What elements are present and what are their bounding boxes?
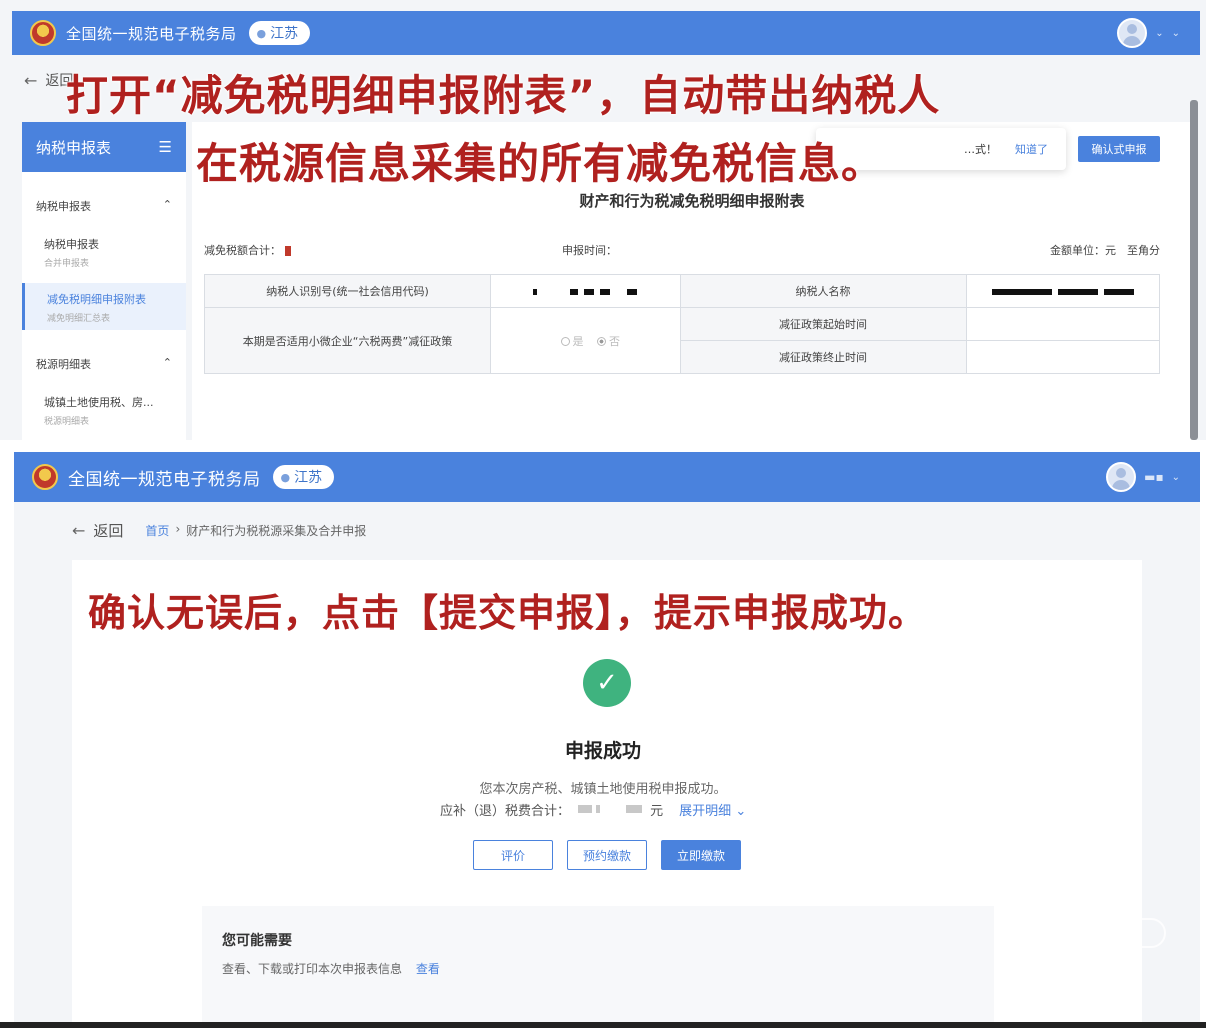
- caption-line-1: 打开“减免税明细申报附表”，自动带出纳税人: [66, 71, 941, 120]
- bottom-header-bar: 全国统一规范电子税务局 ● 江苏 ▬▪ ⌄: [14, 452, 1200, 502]
- chevron-down-icon: ⌄: [1171, 471, 1180, 483]
- sidebar: 纳税申报表 ☰ 纳税申报表 ⌃ 纳税申报表 合并申报表 减免税明细申报附表 减免…: [22, 122, 186, 442]
- chevron-up-icon: ⌃: [162, 356, 172, 369]
- sidebar-item-sub: 减免明细汇总表: [47, 314, 111, 324]
- back-label[interactable]: 返回: [93, 520, 123, 541]
- location-pin-icon: ●: [256, 26, 267, 40]
- pay-now-button[interactable]: 立即缴款: [661, 840, 741, 870]
- top-header-bar: 全国统一规范电子税务局 ● 江苏 ⌄ ⌄: [12, 11, 1200, 55]
- breadcrumb-separator: ›: [175, 522, 181, 536]
- expand-details-link[interactable]: 展开明细 ⌄: [679, 800, 746, 819]
- declare-date: 申报时间：: [562, 242, 617, 258]
- user-name-redacted: ▬▪: [1144, 470, 1164, 484]
- toast-message: …式！: [964, 143, 997, 156]
- sidebar-item-label: 减免税明细申报附表: [47, 293, 146, 306]
- tax-total-redacted: [576, 802, 644, 817]
- unit-label: 金额单位：元 至角分: [1050, 244, 1160, 257]
- success-check-icon: ✓: [583, 659, 631, 707]
- watermark-badge: [1094, 918, 1166, 948]
- menu-icon[interactable]: ☰: [159, 138, 172, 156]
- back-arrow-icon: ←: [72, 521, 86, 540]
- sidebar-item-land-use-tax[interactable]: 城镇土地使用税、房... 税源明细表: [22, 386, 186, 433]
- sidebar-item-sub: 合并申报表: [44, 259, 90, 269]
- scrollbar[interactable]: [1190, 100, 1198, 440]
- breadcrumb: 首页 › 财产和行为税税源采集及合并申报: [145, 522, 366, 539]
- avatar[interactable]: [1106, 462, 1137, 492]
- tax-emblem-icon: [30, 20, 56, 46]
- total-exemption: 减免税额合计：: [204, 242, 291, 258]
- back-link[interactable]: ← 返回 首页 › 财产和行为税税源采集及合并申报: [72, 520, 366, 541]
- user-menu[interactable]: ⌄ ⌄: [1117, 18, 1180, 48]
- form-title: 财产和行为税减免税明细申报附表: [579, 192, 805, 210]
- radio-no-label: 否: [609, 334, 621, 348]
- sidebar-item-sub: 税源明细表: [44, 417, 90, 427]
- evaluate-button[interactable]: 评价: [473, 840, 553, 870]
- avatar[interactable]: [1117, 18, 1148, 48]
- location-pin-icon: ●: [280, 470, 291, 484]
- region-label: 江苏: [270, 26, 299, 42]
- taxpayer-id-value: [490, 274, 681, 308]
- start-time-value[interactable]: [965, 307, 1161, 341]
- sidebar-group-label: 税源明细表: [36, 358, 91, 371]
- breadcrumb-home[interactable]: 首页: [145, 522, 169, 539]
- suggestion-title: 您可能需要: [222, 933, 292, 949]
- sidebar-group-declare[interactable]: 纳税申报表 ⌃: [22, 198, 186, 214]
- sidebar-item-exemption-schedule[interactable]: 减免税明细申报附表 减免明细汇总表: [22, 283, 186, 330]
- exemption-form-table: 纳税人识别号(统一社会信用代码) 纳税人名称 本期是否适用小微企业“六税两费”减…: [204, 274, 1161, 374]
- radio-yes[interactable]: [560, 337, 570, 346]
- sidebar-item-label: 纳税申报表: [44, 238, 99, 251]
- start-time-label: 减征政策起始时间: [679, 307, 967, 341]
- suggestion-text: 查看、下载或打印本次申报表信息: [222, 962, 403, 976]
- sidebar-group-tax-source[interactable]: 税源明细表 ⌃: [22, 356, 186, 372]
- sidebar-title: 纳税申报表: [36, 138, 112, 157]
- redacted-value: [285, 246, 291, 256]
- expand-label: 展开明细: [679, 804, 732, 819]
- region-selector[interactable]: ● 江苏: [272, 465, 335, 489]
- chevron-down-icon: ⌄: [1171, 27, 1180, 39]
- date-label: 申报时间：: [562, 244, 617, 257]
- sidebar-header: 纳税申报表 ☰: [22, 122, 186, 172]
- radio-yes-label: 是: [572, 334, 584, 348]
- site-title: 全国统一规范电子税务局: [66, 24, 237, 43]
- taxpayer-name-value: [965, 274, 1161, 308]
- sidebar-item-declare-form[interactable]: 纳税申报表 合并申报表: [22, 228, 186, 275]
- chevron-down-icon: ⌄: [1155, 27, 1164, 39]
- caption-line-2: 在税源信息采集的所有减免税信息。: [196, 139, 885, 188]
- suggestion-desc: 查看、下载或打印本次申报表信息 查看: [222, 960, 440, 977]
- tax-emblem-icon: [32, 464, 58, 490]
- breadcrumb-current: 财产和行为税税源采集及合并申报: [186, 524, 367, 538]
- success-message: 您本次房产税、城镇土地使用税申报成功。: [479, 782, 727, 797]
- schedule-pay-button[interactable]: 预约缴款: [567, 840, 647, 870]
- region-label: 江苏: [294, 470, 323, 486]
- chevron-down-icon: ⌄: [735, 804, 747, 819]
- user-menu[interactable]: ▬▪ ⌄: [1106, 462, 1180, 492]
- end-time-label: 减征政策终止时间: [679, 340, 967, 374]
- taxpayer-id-label: 纳税人识别号(统一社会信用代码): [204, 274, 491, 308]
- policy-radio-group[interactable]: 是 否: [490, 307, 681, 374]
- end-time-value[interactable]: [965, 340, 1161, 374]
- total-label: 减免税额合计：: [204, 244, 281, 257]
- radio-no[interactable]: [597, 337, 607, 346]
- success-title: 申报成功: [564, 740, 641, 762]
- policy-label: 本期是否适用小微企业“六税两费”减征政策: [204, 307, 491, 374]
- region-selector[interactable]: ● 江苏: [248, 21, 311, 45]
- tax-total-row: 应补（退）税费合计： 元 展开明细 ⌄: [440, 800, 746, 819]
- chevron-up-icon: ⌃: [162, 198, 172, 211]
- view-link[interactable]: 查看: [416, 962, 440, 976]
- toast-ok-button[interactable]: 知道了: [1015, 141, 1048, 157]
- tax-total-label: 应补（退）税费合计：: [440, 804, 571, 819]
- confirm-declare-button[interactable]: 确认式申报: [1078, 136, 1160, 162]
- sidebar-item-label: 城镇土地使用税、房...: [44, 396, 154, 409]
- bottom-border: [0, 1022, 1206, 1028]
- sidebar-group-label: 纳税申报表: [36, 200, 91, 213]
- currency-label: 元: [650, 804, 664, 819]
- site-title: 全国统一规范电子税务局: [68, 469, 261, 490]
- amount-unit: 金额单位：元 至角分: [1050, 242, 1160, 258]
- back-arrow-icon: ←: [24, 70, 38, 90]
- caption-line-3: 确认无误后，点击【提交申报】，提示申报成功。: [88, 591, 928, 635]
- taxpayer-name-label: 纳税人名称: [679, 274, 967, 308]
